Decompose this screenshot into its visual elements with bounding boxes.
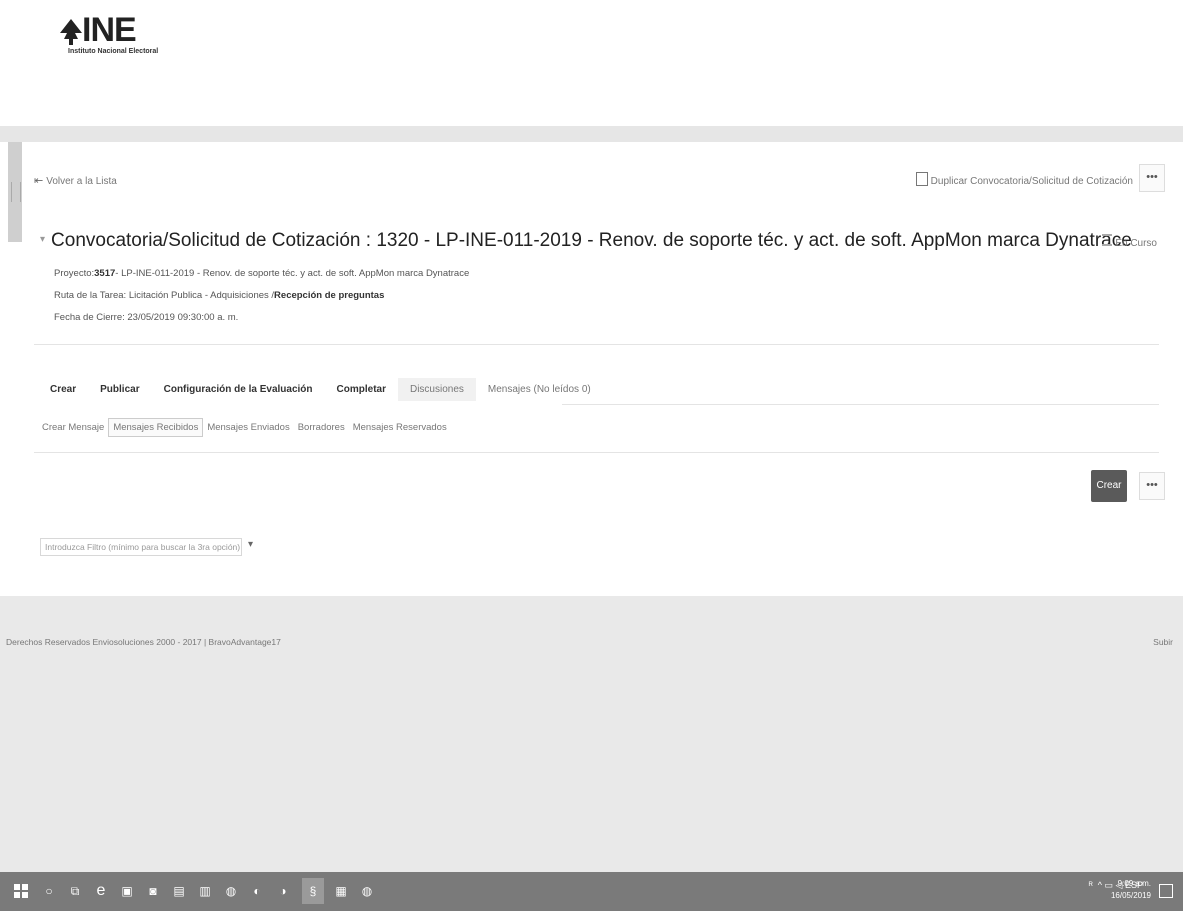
project-description: - LP-INE-011-2019 - Renov. de soporte té…	[115, 268, 470, 279]
top-band	[0, 126, 1183, 142]
close-date: Fecha de Cierre: 23/05/2019 09:30:00 a. …	[54, 312, 239, 323]
logo-mark: INE	[60, 10, 137, 50]
subtab-borradores[interactable]: Borradores	[294, 419, 349, 436]
app-icon[interactable]: ◐	[250, 884, 264, 898]
page-title: ▾ Convocatoria/Solicitud de Cotización : …	[40, 230, 1132, 252]
word-icon[interactable]: ▤	[172, 884, 186, 898]
clock[interactable]: 9:09 a.m. 16/05/2019	[1111, 878, 1151, 902]
tab-completar[interactable]: Completar	[325, 378, 398, 401]
outlook-icon[interactable]: ◙	[146, 884, 160, 898]
filter-dropdown-icon[interactable]: ▾	[248, 539, 253, 550]
chrome-alt-icon[interactable]: ◍	[360, 884, 374, 898]
ine-logo: INE Instituto Nacional Electoral	[60, 10, 200, 60]
duplicate-link-label: Duplicar Convocatoria/Solicitud de Cotiz…	[930, 176, 1133, 187]
file-explorer-icon[interactable]: ▦	[334, 884, 348, 898]
grip-icon	[11, 182, 21, 202]
main-tabs: Crear Publicar Configuración de la Evalu…	[38, 378, 603, 401]
subtab-mensajes-recibidos[interactable]: Mensajes Recibidos	[108, 418, 204, 437]
clock-date: 16/05/2019	[1110, 891, 1151, 900]
header-more-button[interactable]: •••	[1139, 164, 1165, 192]
duplicate-link[interactable]: Duplicar Convocatoria/Solicitud de Cotiz…	[915, 172, 1133, 187]
taskbar: ○ ⧉ e ▣ ◙ ▤ ▥ ◍ ◐ ◑ § ▦ ◍ ᴿ ^ ▭ ◁ ESP 9:…	[0, 872, 1183, 911]
edge-browser-icon[interactable]: e	[94, 883, 108, 899]
project-line: Proyecto:3517- LP-INE-011-2019 - Renov. …	[54, 268, 469, 279]
route-current-step: Recepción de preguntas	[274, 290, 385, 301]
back-link-label: Volver a la Lista	[46, 176, 117, 187]
project-number: 3517	[94, 268, 116, 279]
tab-publicar[interactable]: Publicar	[88, 378, 151, 401]
status-icon	[1102, 234, 1113, 246]
windows-start-icon[interactable]	[14, 884, 28, 898]
firefox-icon[interactable]: ◑	[276, 884, 290, 898]
main-card: ⇤ Volver a la Lista Duplicar Convocatoria…	[22, 142, 1169, 594]
search-icon[interactable]: ○	[42, 884, 56, 898]
store-icon[interactable]: ▣	[120, 884, 134, 898]
logo-subtitle: Instituto Nacional Electoral	[68, 48, 159, 55]
duplicate-doc-icon	[915, 172, 928, 186]
tab-configuracion[interactable]: Configuración de la Evaluación	[152, 378, 325, 401]
tab-discusiones[interactable]: Discusiones	[397, 378, 476, 401]
tabs-divider	[562, 404, 1159, 405]
actions-more-button[interactable]: •••	[1139, 472, 1165, 500]
active-app-icon[interactable]: §	[302, 878, 324, 904]
clock-time: 9:09 a.m.	[1117, 879, 1151, 888]
back-arrow-icon: ⇤	[34, 175, 44, 187]
footer-copyright: Derechos Reservados Enviosoluciones 2000…	[6, 637, 281, 647]
page-title-text: Convocatoria/Solicitud de Cotización : 1…	[51, 230, 1132, 251]
divider	[34, 344, 1159, 345]
route-line: Ruta de la Tarea: Licitación Publica - A…	[54, 290, 384, 301]
logo-tree-icon	[60, 19, 82, 45]
message-subtabs: Crear Mensaje Mensajes Recibidos Mensaje…	[38, 418, 451, 437]
task-view-icon[interactable]: ⧉	[68, 884, 82, 898]
collapse-caret-icon[interactable]: ▾	[40, 234, 45, 245]
route-label: Ruta de la Tarea: Licitación Publica - A…	[54, 290, 275, 301]
status-text: En Curso	[1115, 238, 1157, 249]
subtab-mensajes-reservados[interactable]: Mensajes Reservados	[349, 419, 451, 436]
logo-text: INE	[82, 11, 137, 49]
back-to-top-link[interactable]: Subir	[1153, 637, 1173, 647]
subtab-crear-mensaje[interactable]: Crear Mensaje	[38, 419, 108, 436]
excel-icon[interactable]: ▥	[198, 884, 212, 898]
notification-icon[interactable]	[1159, 884, 1173, 898]
side-drawer-handle[interactable]	[8, 142, 22, 242]
create-message-button[interactable]: Crear	[1091, 470, 1127, 502]
people-icon: ᴿ	[1088, 880, 1093, 890]
subtab-mensajes-enviados[interactable]: Mensajes Enviados	[203, 419, 293, 436]
status-badge: En Curso	[1102, 234, 1157, 249]
filter-input[interactable]: Introduzca Filtro (mínimo para buscar la…	[40, 538, 242, 556]
subtabs-divider	[34, 452, 1159, 453]
chrome-icon[interactable]: ◍	[224, 884, 238, 898]
tab-crear[interactable]: Crear	[38, 378, 88, 401]
back-to-list-link[interactable]: ⇤ Volver a la Lista	[34, 174, 117, 187]
project-label: Proyecto:	[54, 268, 95, 279]
tab-mensajes[interactable]: Mensajes (No leídos 0)	[476, 378, 603, 401]
